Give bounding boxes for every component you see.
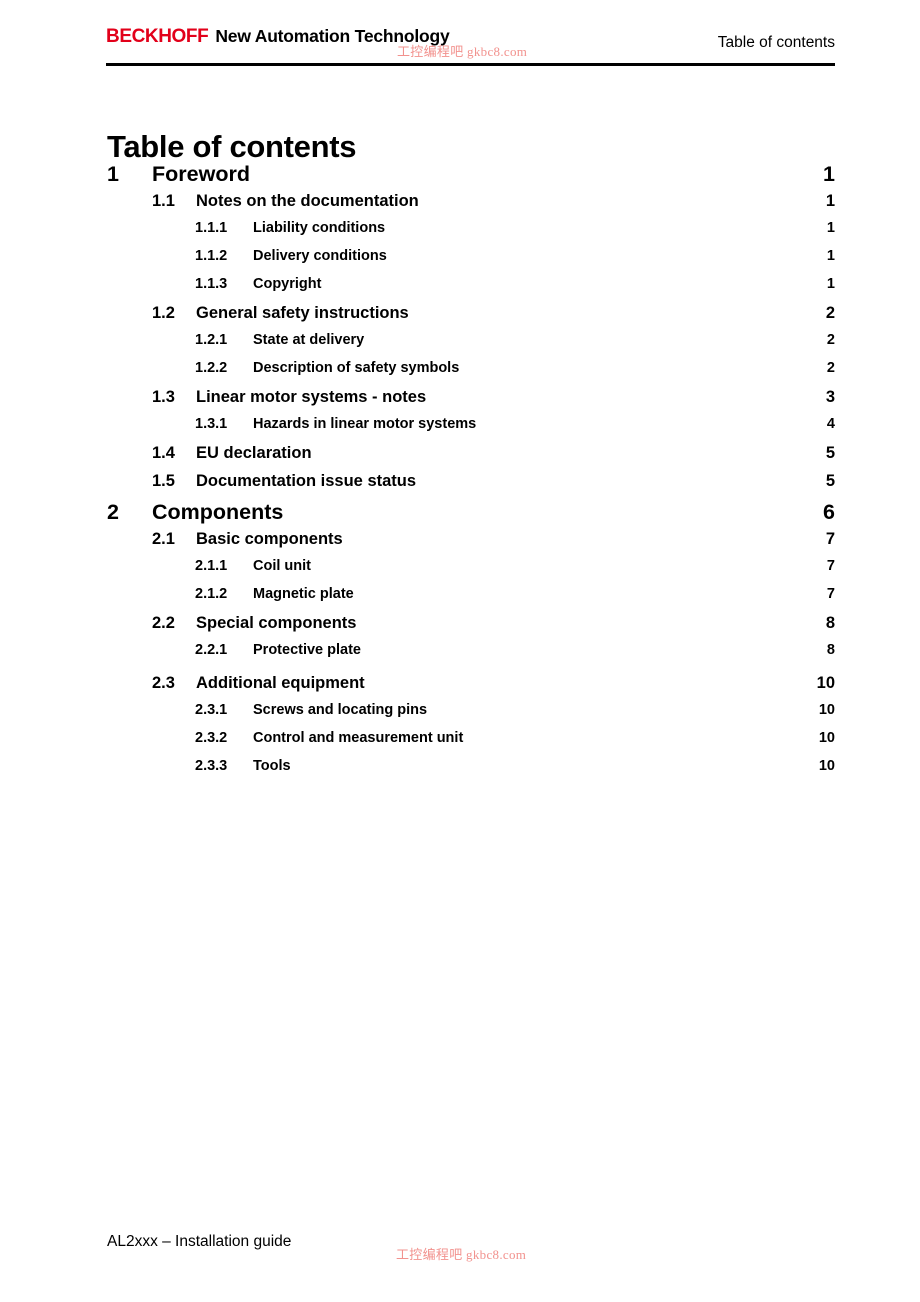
toc-entry-page-number: 5 <box>825 472 835 490</box>
toc-entry-page-number: 2 <box>826 332 835 348</box>
toc-entry-label: Linear motor systems - notes <box>196 388 427 406</box>
toc-entry-number: 1.5 <box>152 472 175 490</box>
toc-entry-number: 1.2 <box>152 304 175 322</box>
toc-entry-level-3[interactable]: 2.3.2 Control and measurement unit 10 <box>107 730 835 758</box>
toc-entry-level-3[interactable]: 1.1.3 Copyright 1 <box>107 276 835 304</box>
toc-entry-label: Protective plate <box>253 642 361 658</box>
header-divider-rule <box>106 63 835 66</box>
toc-entry-label: Copyright <box>253 276 322 292</box>
toc-entry-number: 1.1.2 <box>195 248 228 264</box>
toc-entry-page-number: 2 <box>825 304 835 322</box>
toc-entry-label: Components <box>152 500 284 524</box>
toc-entry-page-number: 3 <box>825 388 835 406</box>
toc-entry-page-number: 1 <box>823 162 835 186</box>
toc-entry-number: 1.1.3 <box>195 276 228 292</box>
toc-entry-page-number: 6 <box>823 500 835 524</box>
toc-entry-number: 2.1.1 <box>195 558 228 574</box>
toc-entry-label: Hazards in linear motor systems <box>253 416 477 432</box>
toc-entry-level-2[interactable]: 1.4 EU declaration 5 <box>107 444 835 472</box>
toc-entry-label: EU declaration <box>196 444 312 462</box>
toc-entry-page-number: 8 <box>825 614 835 632</box>
toc-entry-number: 1 <box>107 162 119 186</box>
toc-entry-number: 2.3 <box>152 674 175 692</box>
toc-entry-level-3[interactable]: 1.1.2 Delivery conditions 1 <box>107 248 835 276</box>
table-of-contents: 1 Foreword 1 1.1 Notes on the documentation 1… <box>107 162 835 786</box>
toc-entry-label: Notes on the documentation <box>196 192 419 210</box>
header-watermark: 工控编程吧 gkbc8.com <box>397 44 528 59</box>
toc-entry-level-3[interactable]: 2.3.1 Screws and locating pins 10 <box>107 702 835 730</box>
toc-entry-number: 2.1 <box>152 530 175 548</box>
toc-entry-number: 2.3.1 <box>195 702 228 718</box>
toc-entry-level-2[interactable]: 1.5 Documentation issue status 5 <box>107 472 835 500</box>
page-footer: AL2xxx – Installation guide 工控编程吧 gkbc8.… <box>107 1233 835 1273</box>
toc-entry-label: Delivery conditions <box>253 248 387 264</box>
toc-entry-number: 2.2 <box>152 614 175 632</box>
toc-entry-label: Additional equipment <box>196 674 365 692</box>
toc-entry-number: 1.3.1 <box>195 416 228 432</box>
toc-entry-label: State at delivery <box>253 332 365 348</box>
toc-entry-page-number: 10 <box>818 702 835 718</box>
toc-entry-page-number: 10 <box>816 674 835 692</box>
toc-entry-level-3[interactable]: 2.3.3 Tools 10 <box>107 758 835 786</box>
toc-entry-page-number: 4 <box>826 416 835 432</box>
toc-entry-label: General safety instructions <box>196 304 409 322</box>
toc-entry-page-number: 1 <box>826 220 835 236</box>
toc-entry-level-2[interactable]: 2.1 Basic components 7 <box>107 530 835 558</box>
toc-entry-level-3[interactable]: 2.1.1 Coil unit 7 <box>107 558 835 586</box>
footer-watermark: 工控编程吧 gkbc8.com <box>396 1247 527 1262</box>
toc-entry-number: 2.3.2 <box>195 730 228 746</box>
toc-entry-label: Magnetic plate <box>253 586 354 602</box>
toc-entry-number: 1.2.2 <box>195 360 228 376</box>
toc-entry-number: 2 <box>107 500 119 524</box>
page-title: Table of contents <box>107 128 357 164</box>
toc-entry-label: Foreword <box>152 162 250 186</box>
brand-name: BECKHOFF <box>106 26 209 47</box>
toc-entry-page-number: 10 <box>818 758 835 774</box>
toc-entry-number: 1.4 <box>152 444 175 462</box>
toc-entry-level-2[interactable]: 1.2 General safety instructions 2 <box>107 304 835 332</box>
toc-entry-level-3[interactable]: 2.1.2 Magnetic plate 7 <box>107 586 835 614</box>
toc-entry-page-number: 7 <box>826 558 835 574</box>
toc-entry-page-number: 7 <box>825 530 835 548</box>
toc-entry-level-2[interactable]: 1.3 Linear motor systems - notes 3 <box>107 388 835 416</box>
toc-entry-number: 1.2.1 <box>195 332 228 348</box>
toc-entry-page-number: 1 <box>826 248 835 264</box>
toc-entry-page-number: 1 <box>825 192 835 210</box>
toc-entry-label: Coil unit <box>253 558 311 574</box>
footer-document-name: AL2xxx – Installation guide <box>107 1233 292 1250</box>
page-header: BECKHOFF New Automation Technology 工控编程吧 … <box>106 26 835 66</box>
toc-entry-label: Special components <box>196 614 357 632</box>
toc-entry-page-number: 7 <box>826 586 835 602</box>
toc-entry-level-3[interactable]: 1.3.1 Hazards in linear motor systems 4 <box>107 416 835 444</box>
toc-entry-level-2[interactable]: 2.3 Additional equipment 10 <box>107 674 835 702</box>
toc-entry-number: 1.1.1 <box>195 220 228 236</box>
toc-entry-label: Screws and locating pins <box>253 702 428 718</box>
toc-entry-level-2[interactable]: 1.1 Notes on the documentation 1 <box>107 192 835 220</box>
header-section-title: Table of contents <box>717 34 835 51</box>
toc-entry-level-3[interactable]: 1.1.1 Liability conditions 1 <box>107 220 835 248</box>
toc-entry-number: 1.1 <box>152 192 175 210</box>
toc-entry-level-1[interactable]: 1 Foreword 1 <box>107 162 835 192</box>
toc-entry-label: Control and measurement unit <box>253 730 464 746</box>
toc-entry-label: Basic components <box>196 530 343 548</box>
toc-entry-label: Tools <box>253 758 291 774</box>
toc-entry-page-number: 10 <box>818 730 835 746</box>
toc-entry-number: 2.3.3 <box>195 758 228 774</box>
toc-entry-number: 1.3 <box>152 388 175 406</box>
toc-entry-label: Documentation issue status <box>196 472 417 490</box>
toc-entry-page-number: 1 <box>826 276 835 292</box>
toc-entry-number: 2.2.1 <box>195 642 228 658</box>
toc-entry-page-number: 2 <box>826 360 835 376</box>
toc-entry-level-3[interactable]: 1.2.1 State at delivery 2 <box>107 332 835 360</box>
toc-entry-level-3[interactable]: 2.2.1 Protective plate 8 <box>107 642 835 670</box>
toc-entry-level-3[interactable]: 1.2.2 Description of safety symbols 2 <box>107 360 835 388</box>
toc-entry-level-1[interactable]: 2 Components 6 <box>107 500 835 530</box>
toc-entry-page-number: 5 <box>825 444 835 462</box>
document-page: BECKHOFF New Automation Technology 工控编程吧 … <box>0 0 920 1302</box>
toc-entry-label: Description of safety symbols <box>253 360 460 376</box>
toc-entry-level-2[interactable]: 2.2 Special components 8 <box>107 614 835 642</box>
toc-entry-page-number: 8 <box>826 642 835 658</box>
toc-entry-label: Liability conditions <box>253 220 386 236</box>
toc-entry-number: 2.1.2 <box>195 586 228 602</box>
